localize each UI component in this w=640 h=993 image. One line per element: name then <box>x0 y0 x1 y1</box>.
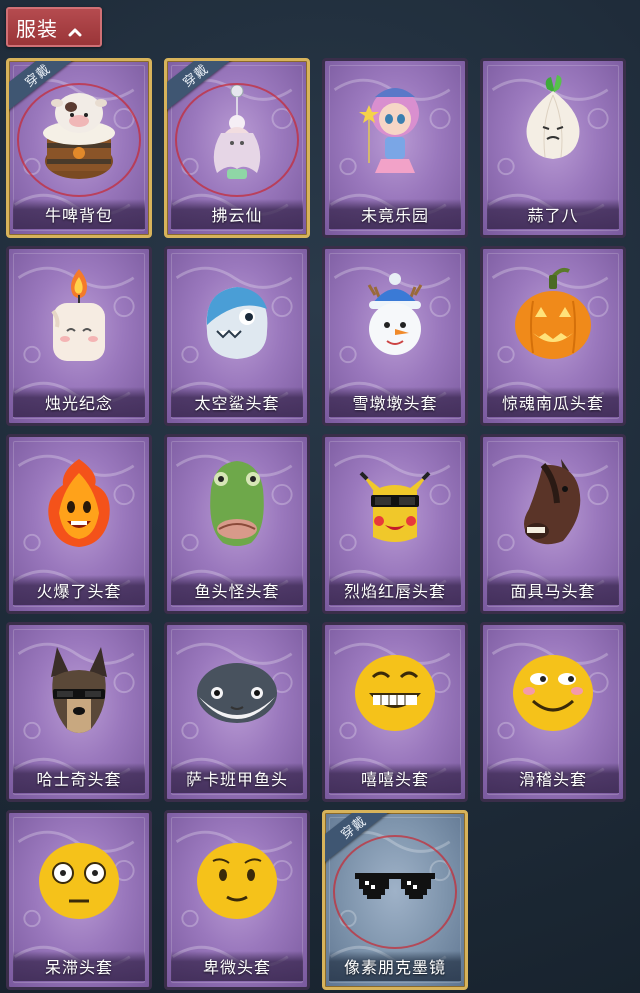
item-card[interactable]: 穿戴 拂云仙 <box>164 58 310 238</box>
item-name-bar: 面具马头套 <box>487 575 619 605</box>
item-name: 萨卡班甲鱼头 <box>185 770 288 789</box>
red-lips-pikachu-head-icon <box>345 449 445 561</box>
item-name: 蒜了八 <box>527 206 579 225</box>
item-name-bar: 哈士奇头套 <box>13 763 145 793</box>
item-name: 未竟乐园 <box>360 206 429 225</box>
item-card[interactable]: 惊魂南瓜头套 <box>480 246 626 426</box>
item-name-bar: 像素朋克墨镜 <box>329 951 461 981</box>
item-card[interactable]: 火爆了头套 <box>6 434 152 614</box>
item-card[interactable]: 穿戴 像素朋克墨镜 <box>322 810 468 990</box>
item-card[interactable]: 烛光纪念 <box>6 246 152 426</box>
item-card[interactable]: 卑微头套 <box>164 810 310 990</box>
item-grid: 穿戴 牛啤背包 穿戴 拂云仙 未竟乐园 蒜了八 烛光纪念 太空鲨头套 雪墩墩头套… <box>6 58 638 990</box>
item-name: 呆滞头套 <box>44 958 113 977</box>
item-name: 太空鲨头套 <box>194 394 280 413</box>
item-name-bar: 萨卡班甲鱼头 <box>171 763 303 793</box>
husky-head-icon <box>29 637 129 749</box>
item-card[interactable]: 鱼头怪头套 <box>164 434 310 614</box>
grin-emoji-head-icon <box>345 637 445 749</box>
snowman-head-icon <box>345 261 445 373</box>
item-card[interactable]: 嘻嘻头套 <box>322 622 468 802</box>
item-name: 像素朋克墨镜 <box>343 958 446 977</box>
item-card[interactable]: 呆滞头套 <box>6 810 152 990</box>
space-shark-head-icon <box>187 261 287 373</box>
item-name-bar: 未竟乐园 <box>329 199 461 229</box>
chevron-up-icon <box>68 22 82 37</box>
item-card[interactable]: 烈焰红唇头套 <box>322 434 468 614</box>
sacabambaspis-head-icon <box>187 637 287 749</box>
item-name-bar: 蒜了八 <box>487 199 619 229</box>
category-tab-label: 服装 <box>16 16 58 41</box>
item-name-bar: 滑稽头套 <box>487 763 619 793</box>
cow-beer-backpack-icon <box>29 73 129 185</box>
item-name-bar: 牛啤背包 <box>13 199 145 229</box>
item-name-bar: 鱼头怪头套 <box>171 575 303 605</box>
item-name-bar: 惊魂南瓜头套 <box>487 387 619 417</box>
item-name-bar: 卑微头套 <box>171 951 303 981</box>
fish-monster-head-icon <box>187 449 287 561</box>
item-card[interactable]: 雪墩墩头套 <box>322 246 468 426</box>
item-name-bar: 火爆了头套 <box>13 575 145 605</box>
funny-emoji-head-icon <box>503 637 603 749</box>
item-name: 烈焰红唇头套 <box>343 582 446 601</box>
item-name-bar: 呆滞头套 <box>13 951 145 981</box>
item-name: 拂云仙 <box>211 206 263 225</box>
item-name: 烛光纪念 <box>44 394 113 413</box>
item-name-bar: 雪墩墩头套 <box>329 387 461 417</box>
item-name-bar: 嘻嘻头套 <box>329 763 461 793</box>
horse-mask-head-icon <box>503 449 603 561</box>
fire-head-icon <box>29 449 129 561</box>
pumpkin-head-icon <box>503 261 603 373</box>
category-tab-clothing[interactable]: 服装 <box>6 7 102 47</box>
cloud-fairy-charm-icon <box>187 73 287 185</box>
item-card[interactable]: 滑稽头套 <box>480 622 626 802</box>
item-name: 雪墩墩头套 <box>352 394 438 413</box>
item-name: 哈士奇头套 <box>36 770 122 789</box>
item-name-bar: 烛光纪念 <box>13 387 145 417</box>
item-card[interactable]: 太空鲨头套 <box>164 246 310 426</box>
item-card[interactable]: 面具马头套 <box>480 434 626 614</box>
candle-head-icon <box>29 261 129 373</box>
item-name: 滑稽头套 <box>518 770 587 789</box>
item-card[interactable]: 萨卡班甲鱼头 <box>164 622 310 802</box>
garlic-icon <box>503 73 603 185</box>
item-name: 牛啤背包 <box>44 206 113 225</box>
unfinished-paradise-doll-icon <box>345 73 445 185</box>
item-name: 卑微头套 <box>202 958 271 977</box>
item-name: 嘻嘻头套 <box>360 770 429 789</box>
item-name: 火爆了头套 <box>36 582 122 601</box>
item-name-bar: 太空鲨头套 <box>171 387 303 417</box>
item-name-bar: 烈焰红唇头套 <box>329 575 461 605</box>
item-name: 面具马头套 <box>510 582 596 601</box>
pixel-sunglasses-icon <box>345 825 445 937</box>
humble-emoji-head-icon <box>187 825 287 937</box>
item-card[interactable]: 蒜了八 <box>480 58 626 238</box>
item-name-bar: 拂云仙 <box>171 199 303 229</box>
item-card[interactable]: 未竟乐园 <box>322 58 468 238</box>
item-name: 惊魂南瓜头套 <box>501 394 604 413</box>
item-card[interactable]: 穿戴 牛啤背包 <box>6 58 152 238</box>
stunned-emoji-head-icon <box>29 825 129 937</box>
item-card[interactable]: 哈士奇头套 <box>6 622 152 802</box>
item-name: 鱼头怪头套 <box>194 582 280 601</box>
